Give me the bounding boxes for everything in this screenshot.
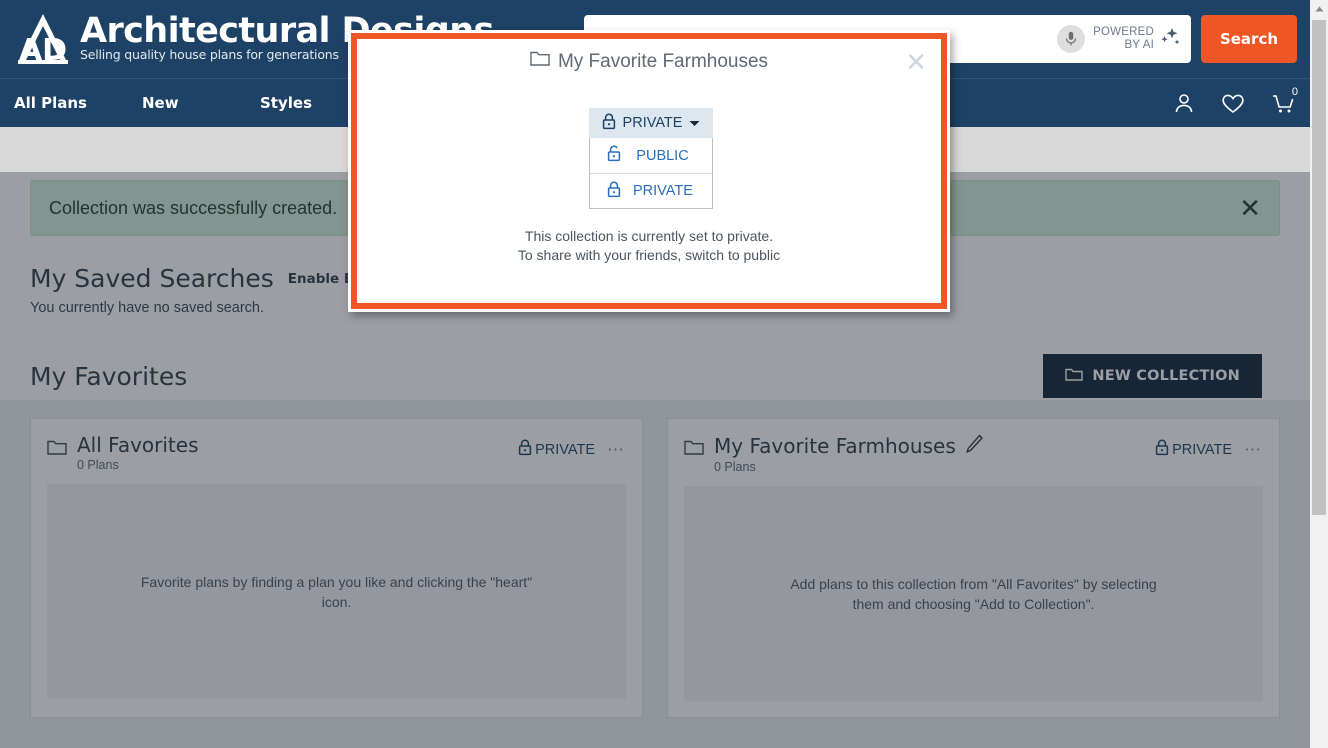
browser-viewport: AD Architectural Designs Selling quality…	[0, 0, 1328, 748]
search-button[interactable]: Search	[1201, 15, 1297, 63]
lock-closed-icon	[607, 181, 621, 202]
lock-open-icon	[607, 145, 621, 166]
privacy-option-private-label: PRIVATE	[633, 183, 693, 199]
account-icon[interactable]	[1172, 91, 1196, 115]
privacy-dropdown-selected: PRIVATE	[622, 115, 683, 131]
sparkle-ai-icon	[1159, 25, 1181, 54]
cart-icon[interactable]: 0	[1270, 86, 1298, 115]
ad-logo-icon: AD	[14, 10, 72, 68]
microphone-icon[interactable]	[1057, 25, 1086, 53]
collection-privacy-modal: My Favorite Farmhouses ✕ PRIVATE PUBLIC …	[351, 33, 947, 309]
privacy-option-public-label: PUBLIC	[636, 147, 689, 164]
modal-title-row: My Favorite Farmhouses	[357, 50, 941, 73]
nav-item-new[interactable]: New	[142, 94, 260, 112]
nav-item-all-plans[interactable]: All Plans	[14, 94, 142, 112]
wishlist-heart-icon[interactable]	[1220, 91, 1246, 115]
modal-note-line-1: This collection is currently set to priv…	[524, 228, 774, 244]
privacy-option-private[interactable]: PRIVATE	[590, 173, 712, 208]
privacy-dropdown: PRIVATE PUBLIC PRIVATE	[589, 108, 713, 209]
nav-icon-group: 0	[1172, 79, 1298, 127]
modal-note: This collection is currently set to priv…	[357, 227, 941, 264]
scrollbar-thumb[interactable]	[1312, 20, 1326, 515]
chevron-down-icon	[689, 115, 700, 131]
caret-up-icon[interactable]	[1310, 0, 1328, 17]
modal-note-line-2: To share with your friends, switch to pu…	[517, 246, 781, 263]
powered-line-2: BY AI	[1124, 39, 1154, 51]
privacy-dropdown-menu: PUBLIC PRIVATE	[589, 138, 713, 209]
folder-icon	[530, 50, 550, 73]
page-scrollbar[interactable]	[1310, 0, 1328, 748]
lock-closed-icon	[602, 113, 616, 134]
modal-title-text: My Favorite Farmhouses	[557, 50, 769, 72]
modal-close-icon[interactable]: ✕	[905, 49, 927, 75]
cart-count-badge: 0	[1291, 86, 1298, 98]
powered-by-ai-label: POWERED BY AI	[1093, 26, 1154, 52]
privacy-option-public[interactable]: PUBLIC	[590, 138, 712, 173]
privacy-dropdown-toggle[interactable]: PRIVATE	[589, 108, 713, 138]
powered-line-1: POWERED	[1093, 26, 1154, 38]
